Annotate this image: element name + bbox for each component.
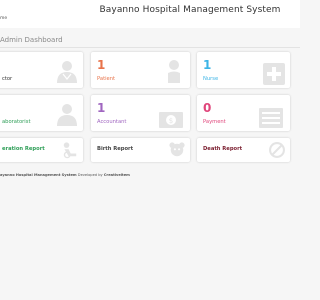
footer-company-link[interactable]: Creativeltem — [104, 173, 130, 177]
card-label: ctor — [2, 76, 13, 82]
birth-icon — [169, 142, 185, 157]
card-birth-report[interactable]: Birth Report — [91, 138, 190, 162]
page-title: Bayanno Hospital Management System — [99, 5, 281, 15]
payment-count: 0 — [203, 101, 212, 115]
card-doctor[interactable]: ctor — [0, 52, 83, 88]
operation-icon — [63, 142, 77, 159]
laboratorist-icon — [57, 104, 77, 126]
card-payment[interactable]: 0 Payment — [197, 95, 290, 131]
accountant-count: 1 — [97, 101, 106, 115]
card-label: Nurse — [203, 76, 219, 82]
divider — [0, 47, 300, 48]
card-label: eration Report — [2, 146, 45, 152]
card-death-report[interactable]: Death Report — [197, 138, 290, 162]
top-header: me Bayanno Hospital Management System — [0, 0, 300, 28]
breadcrumb: Admin Dashboard — [0, 36, 63, 44]
footer-system-name: ayanno Hospital Management System — [0, 173, 77, 177]
card-nurse[interactable]: 1 Nurse — [197, 52, 290, 88]
doctor-icon — [57, 61, 77, 83]
footer-developed-by: Developed by — [77, 173, 103, 177]
card-laboratorist[interactable]: aboratorist — [0, 95, 83, 131]
card-label: Birth Report — [97, 146, 134, 152]
home-link[interactable]: me — [0, 16, 7, 21]
payment-list-icon — [259, 108, 283, 128]
nurse-plus-icon — [263, 63, 285, 85]
card-label: aboratorist — [2, 119, 31, 125]
card-operation-report[interactable]: eration Report — [0, 138, 83, 162]
patient-count: 1 — [97, 58, 106, 72]
card-patient[interactable]: 1 Patient — [91, 52, 190, 88]
money-icon: $ — [159, 112, 183, 128]
nurse-count: 1 — [203, 58, 212, 72]
svg-text:$: $ — [169, 117, 173, 125]
card-accountant[interactable]: 1 Accountant $ — [91, 95, 190, 131]
card-label: Death Report — [203, 146, 243, 152]
death-icon — [269, 142, 285, 158]
card-label: Patient — [97, 76, 116, 82]
card-label: Accountant — [97, 119, 127, 125]
patient-icon — [168, 60, 180, 83]
card-label: Payment — [203, 119, 226, 125]
footer: ayanno Hospital Management System Develo… — [0, 173, 130, 177]
